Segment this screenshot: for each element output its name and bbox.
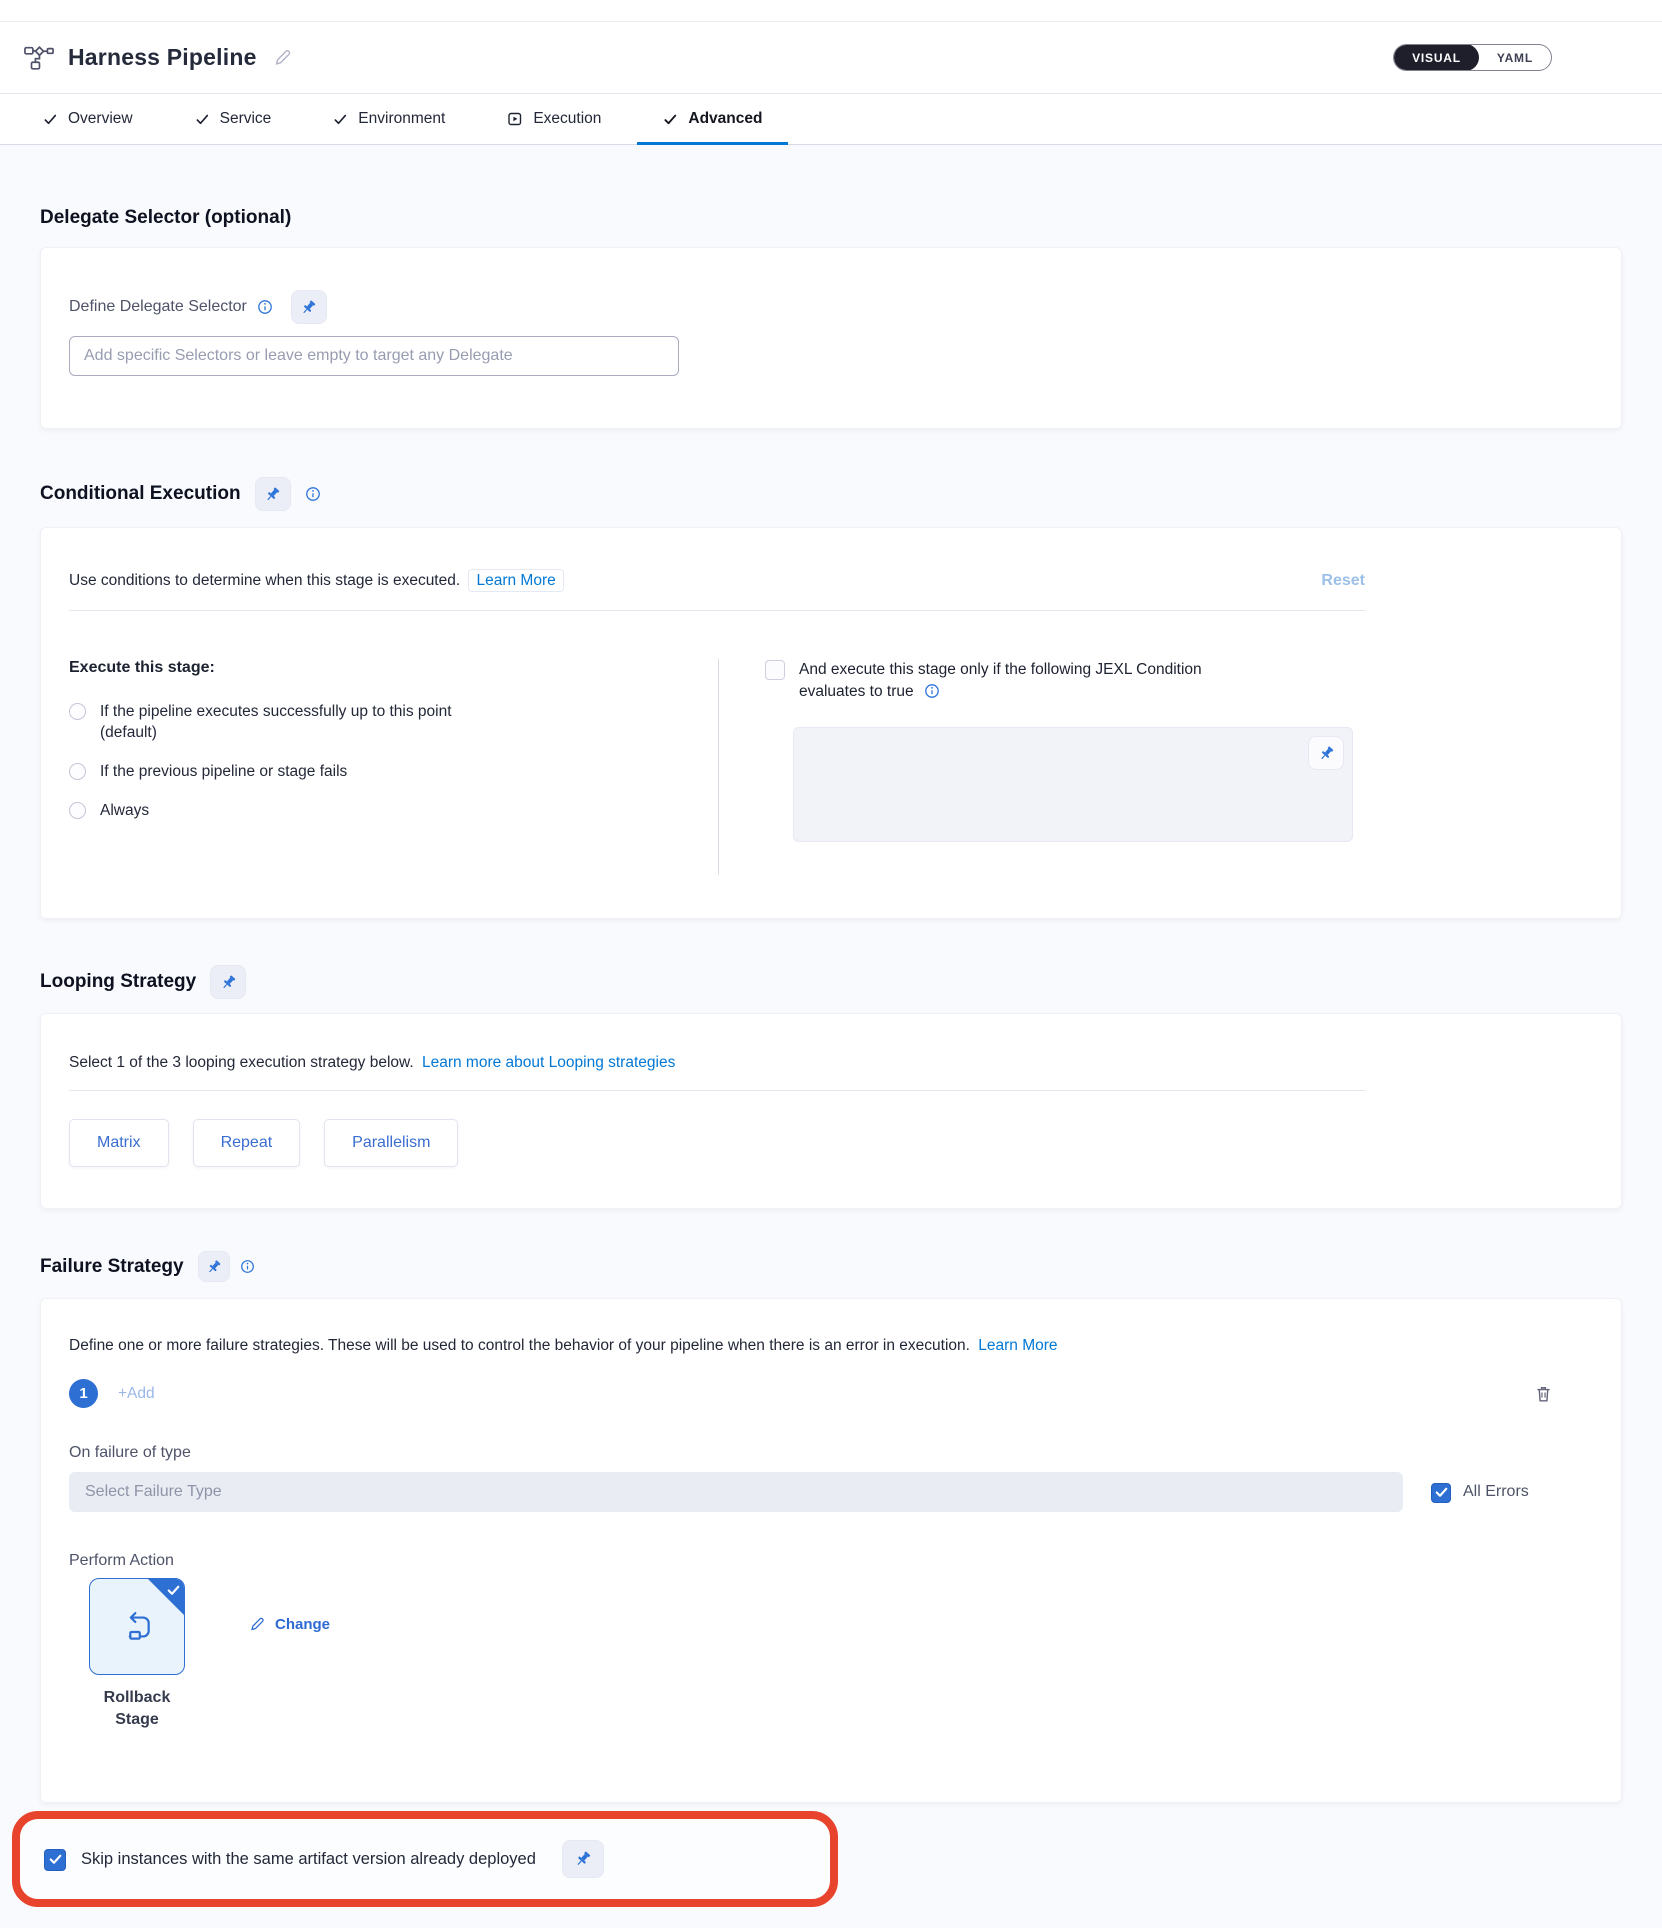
looping-strategy-card: Select 1 of the 3 looping execution stra… [40,1013,1622,1209]
looping-strategy-heading: Looping Strategy [40,971,196,993]
jexl-condition-checkbox[interactable] [765,660,785,680]
divider [69,1090,1365,1091]
matrix-button[interactable]: Matrix [69,1119,169,1167]
check-icon [43,112,58,127]
info-icon[interactable] [257,299,273,315]
failure-strategy-card: Define one or more failure strategies. T… [40,1298,1622,1803]
check-icon [195,112,210,127]
parallelism-button[interactable]: Parallelism [324,1119,458,1167]
check-icon [663,112,678,127]
toggle-yaml[interactable]: YAML [1479,44,1551,71]
execution-icon [507,111,523,127]
skip-instances-annotation: Skip instances with the same artifact ve… [12,1811,838,1907]
radio-button[interactable] [69,703,86,720]
failure-type-input[interactable] [69,1472,1403,1512]
view-toggle: VISUAL YAML [1393,44,1552,71]
app-header: Harness Pipeline VISUAL YAML [0,22,1662,94]
perform-action-label: Perform Action [69,1552,1593,1570]
pencil-icon [249,1616,266,1633]
failure-description: Define one or more failure strategies. T… [69,1337,970,1354]
define-delegate-label: Define Delegate Selector [69,298,247,316]
info-icon[interactable] [240,1259,255,1274]
tab-execution[interactable]: Execution [507,94,601,144]
selected-check-icon [167,1583,180,1601]
reset-button[interactable]: Reset [1321,572,1365,590]
radio-previous-fails[interactable]: If the previous pipeline or stage fails [69,761,718,782]
strategy-index-badge[interactable]: 1 [69,1379,98,1408]
looping-description: Select 1 of the 3 looping execution stra… [69,1054,414,1071]
pin-icon[interactable] [198,1251,230,1282]
rollback-stage-tile[interactable] [89,1578,185,1675]
radio-button[interactable] [69,763,86,780]
tab-overview[interactable]: Overview [43,94,133,144]
pipeline-icon [24,45,54,71]
conditional-execution-card: Use conditions to determine when this st… [40,527,1622,919]
pin-icon[interactable] [562,1840,604,1878]
conditional-execution-heading: Conditional Execution [40,483,241,505]
edit-title-icon[interactable] [273,48,293,68]
jexl-condition-label: And execute this stage only if the follo… [799,661,1202,700]
rollback-stage-caption: Rollback Stage [89,1687,185,1731]
pin-icon[interactable] [210,965,246,999]
delegate-selector-card: Define Delegate Selector [40,247,1622,429]
divider [69,610,1365,611]
repeat-button[interactable]: Repeat [193,1119,301,1167]
change-action-button[interactable]: Change [249,1616,330,1633]
tab-environment[interactable]: Environment [333,94,445,144]
learn-more-link[interactable]: Learn More [468,569,563,592]
delegate-selector-input[interactable] [69,336,679,376]
pin-icon[interactable] [1308,736,1344,770]
delegate-selector-heading: Delegate Selector (optional) [40,207,1622,229]
pin-icon[interactable] [291,290,327,324]
delete-strategy-icon[interactable] [1534,1384,1553,1404]
all-errors-checkbox[interactable] [1431,1483,1451,1503]
on-failure-label: On failure of type [69,1444,1593,1462]
pin-icon[interactable] [255,477,291,511]
radio-button[interactable] [69,802,86,819]
all-errors-group: All Errors [1431,1482,1529,1503]
radio-always[interactable]: Always [69,800,718,821]
radio-pipeline-success[interactable]: If the pipeline executes successfully up… [69,701,718,743]
failure-learn-more-link[interactable]: Learn More [978,1337,1057,1354]
tab-advanced[interactable]: Advanced [663,94,762,144]
failure-strategy-heading: Failure Strategy [40,1256,184,1278]
tab-service[interactable]: Service [195,94,272,144]
jexl-condition-textarea[interactable] [793,727,1353,842]
all-errors-label: All Errors [1463,1483,1529,1501]
skip-instances-label: Skip instances with the same artifact ve… [81,1850,536,1869]
execute-stage-label: Execute this stage: [69,659,718,677]
stage-tab-bar: Overview Service Environment Execution A… [0,94,1662,145]
info-icon[interactable] [305,486,321,502]
toggle-visual[interactable]: VISUAL [1394,44,1479,71]
add-strategy-button[interactable]: +Add [118,1385,155,1403]
skip-instances-checkbox[interactable] [44,1849,66,1871]
conditional-description: Use conditions to determine when this st… [69,572,460,589]
check-icon [333,112,348,127]
info-icon[interactable] [924,683,940,699]
page-title: Harness Pipeline [68,44,257,71]
top-strip [0,0,1662,22]
looping-learn-more-link[interactable]: Learn more about Looping strategies [422,1054,675,1071]
